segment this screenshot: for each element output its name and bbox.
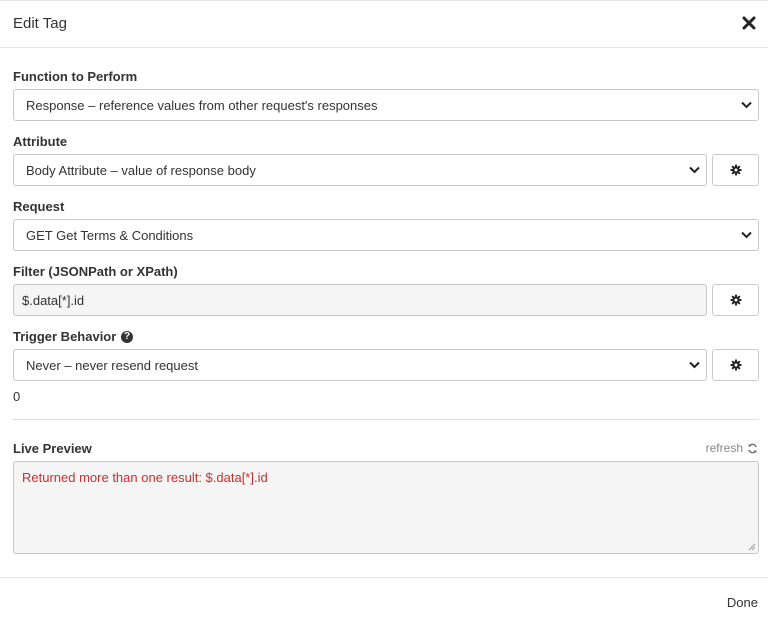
section-divider	[13, 419, 759, 420]
question-circle-icon[interactable]: ?	[121, 331, 133, 343]
function-select[interactable]: Response – reference values from other r…	[13, 89, 759, 121]
done-button[interactable]: Done	[727, 595, 758, 610]
dialog-header: Edit Tag	[0, 0, 768, 48]
refresh-link[interactable]: refresh	[706, 441, 758, 455]
function-label: Function to Perform	[13, 69, 138, 84]
gear-icon	[730, 359, 741, 371]
trigger-value-text: 0	[13, 389, 21, 404]
trigger-select-value: Never – never resend request	[26, 357, 198, 373]
request-select[interactable]: GET Get Terms & Conditions	[13, 219, 759, 251]
request-select-value: GET Get Terms & Conditions	[26, 227, 194, 243]
chevron-down-icon	[689, 166, 700, 174]
attribute-select-value: Body Attribute – value of response body	[26, 162, 256, 178]
gear-icon	[730, 164, 741, 176]
trigger-settings-button[interactable]	[712, 349, 759, 381]
close-button[interactable]	[742, 15, 758, 33]
live-preview-output[interactable]: Returned more than one result: $.data[*]…	[13, 461, 759, 554]
resize-handle-icon[interactable]	[748, 543, 756, 551]
request-label: Request	[13, 199, 65, 214]
preview-result-text: Returned more than one result: $.data[*]…	[22, 470, 268, 485]
attribute-label: Attribute	[13, 134, 68, 149]
attribute-settings-button[interactable]	[712, 154, 759, 186]
live-preview-label: Live Preview	[13, 441, 92, 456]
dialog-footer: Done	[0, 577, 768, 618]
gear-icon	[730, 294, 741, 306]
dialog-title: Edit Tag	[13, 15, 67, 32]
refresh-icon	[747, 443, 758, 453]
filter-settings-button[interactable]	[712, 284, 759, 316]
function-select-value: Response – reference values from other r…	[26, 97, 378, 113]
filter-input[interactable]: $.data[*].id	[13, 284, 707, 316]
chevron-down-icon	[741, 231, 752, 239]
attribute-select[interactable]: Body Attribute – value of response body	[13, 154, 707, 186]
chevron-down-icon	[741, 101, 752, 109]
close-icon	[742, 16, 756, 30]
trigger-select[interactable]: Never – never resend request	[13, 349, 707, 381]
filter-label: Filter (JSONPath or XPath)	[13, 264, 178, 279]
chevron-down-icon	[689, 361, 700, 369]
trigger-label: Trigger Behavior	[13, 329, 117, 344]
refresh-label: refresh	[705, 441, 743, 455]
